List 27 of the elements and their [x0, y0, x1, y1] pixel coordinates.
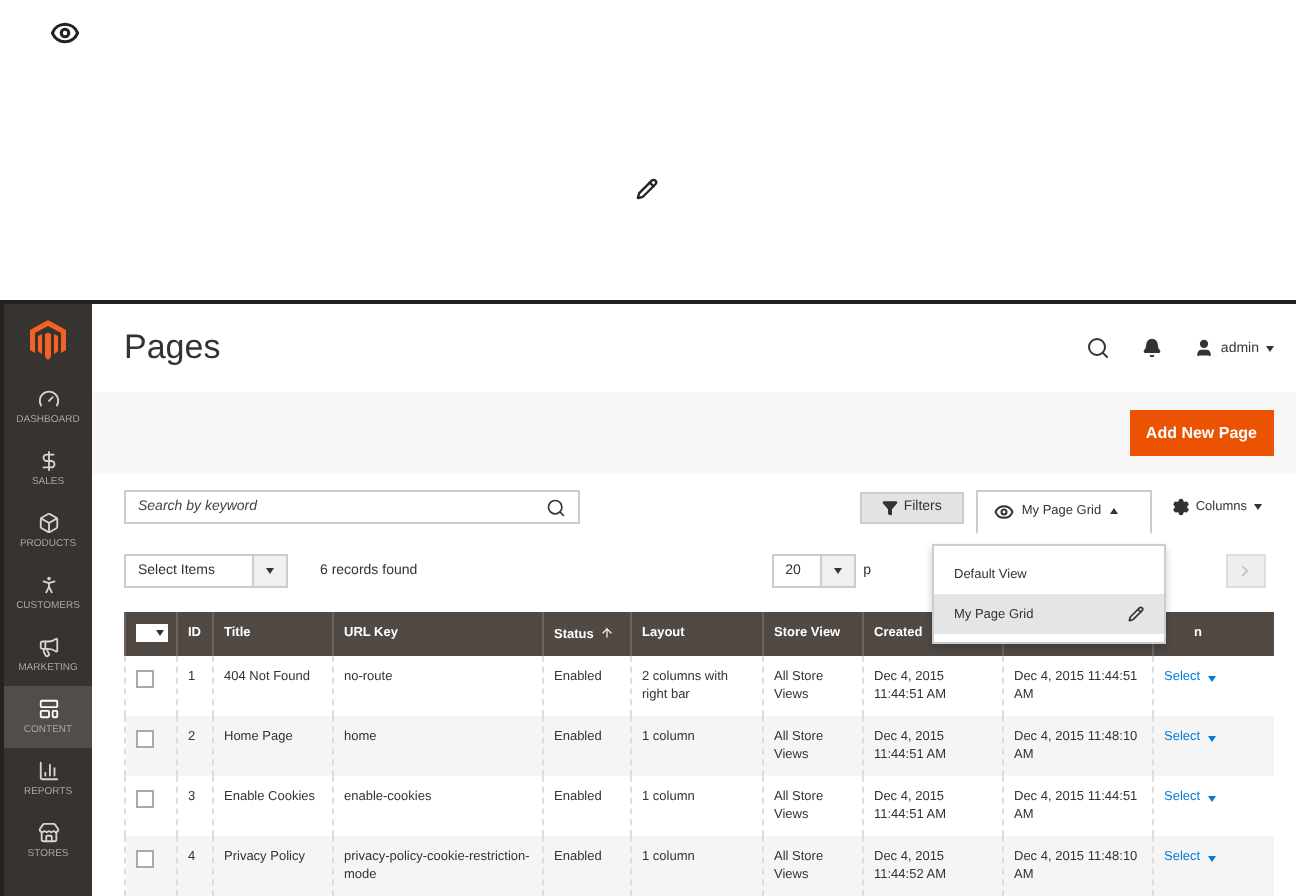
bar-chart-icon: [37, 760, 59, 782]
store-icon: [37, 822, 59, 844]
gauge-icon: [37, 388, 59, 410]
row-checkbox[interactable]: [136, 729, 154, 748]
box-icon: [37, 512, 59, 534]
dollar-icon: [37, 450, 59, 472]
bell-icon[interactable]: [1142, 338, 1163, 359]
search-icon[interactable]: [546, 497, 566, 518]
settings-icon: [1171, 498, 1190, 517]
filter-icon: [881, 499, 898, 516]
row-checkbox[interactable]: [136, 789, 154, 808]
row-checkbox[interactable]: [136, 669, 154, 688]
megaphone-icon: [37, 636, 59, 658]
user-icon: [1194, 338, 1215, 359]
mass-select-checkbox[interactable]: [136, 624, 168, 643]
add-new-page-button[interactable]: Add New Page: [1129, 409, 1273, 456]
pencil-icon[interactable]: [1128, 606, 1144, 622]
layout-icon: [37, 698, 59, 720]
row-checkbox[interactable]: [136, 849, 154, 868]
logo-icon: [30, 320, 66, 360]
eye-icon: [50, 18, 80, 48]
pencil-icon: [636, 178, 658, 200]
eye-icon: [993, 501, 1014, 522]
search-icon[interactable]: [1086, 336, 1111, 361]
page-title: Pages: [124, 328, 221, 369]
person-icon: [37, 574, 59, 596]
chevron-right-icon: [1236, 562, 1254, 581]
